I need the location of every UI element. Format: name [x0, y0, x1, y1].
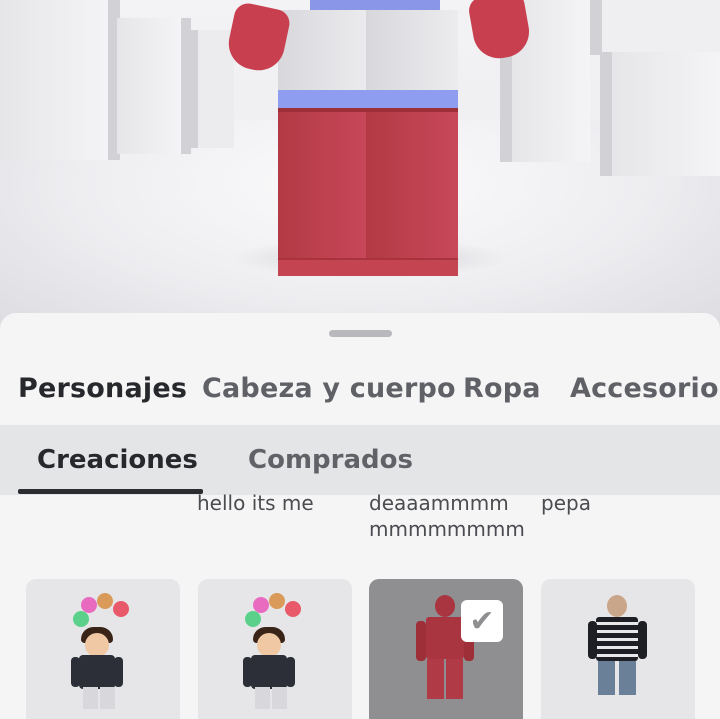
- avatar-right-leg: [366, 10, 458, 276]
- tab-accesorios[interactable]: Accesorios: [570, 373, 720, 404]
- subcategory-tabs: Creaciones Comprados: [0, 425, 720, 495]
- item-name-line2: mmmmmmmm: [369, 517, 525, 541]
- item-names-row: hello its me deaaammmm mmmmmmmm pepa: [0, 491, 720, 557]
- avatar-model[interactable]: [223, 0, 534, 276]
- scene-block: [590, 0, 720, 55]
- avatar-right-hand: [466, 0, 534, 63]
- tab-comprados[interactable]: Comprados: [248, 445, 413, 475]
- character-thumbnail-icon: [71, 593, 133, 709]
- category-tabs: Personajes Cabeza y cuerpo Ropa Accesori…: [0, 361, 720, 423]
- character-thumbnail-icon: [243, 593, 305, 709]
- item-name: pepa: [541, 491, 591, 515]
- character-card-selected[interactable]: ✔: [369, 579, 523, 719]
- avatar-editor-sheet: Personajes Cabeza y cuerpo Ropa Accesori…: [0, 313, 720, 719]
- scene-block: [0, 0, 120, 160]
- tab-ropa[interactable]: Ropa: [463, 373, 541, 404]
- scene-block: [600, 52, 720, 176]
- item-name: hello its me: [197, 491, 314, 515]
- item-name-line1: deaaammmm: [369, 491, 509, 515]
- avatar-left-leg: [278, 10, 370, 276]
- sheet-drag-handle[interactable]: [329, 330, 392, 337]
- scene-block: [186, 30, 234, 148]
- character-card[interactable]: [541, 579, 695, 719]
- active-tab-indicator: [18, 489, 203, 494]
- character-card[interactable]: [26, 579, 180, 719]
- character-grid: ✔: [0, 579, 720, 719]
- tab-cabeza-y-cuerpo[interactable]: Cabeza y cuerpo: [202, 373, 456, 404]
- selected-check-icon: ✔: [461, 600, 503, 642]
- tab-creaciones[interactable]: Creaciones: [37, 445, 198, 475]
- scene-block: [117, 18, 191, 154]
- character-card[interactable]: [198, 579, 352, 719]
- tab-personajes[interactable]: Personajes: [18, 373, 187, 404]
- avatar-preview-scene[interactable]: [0, 0, 720, 330]
- character-thumbnail-icon: [588, 595, 648, 705]
